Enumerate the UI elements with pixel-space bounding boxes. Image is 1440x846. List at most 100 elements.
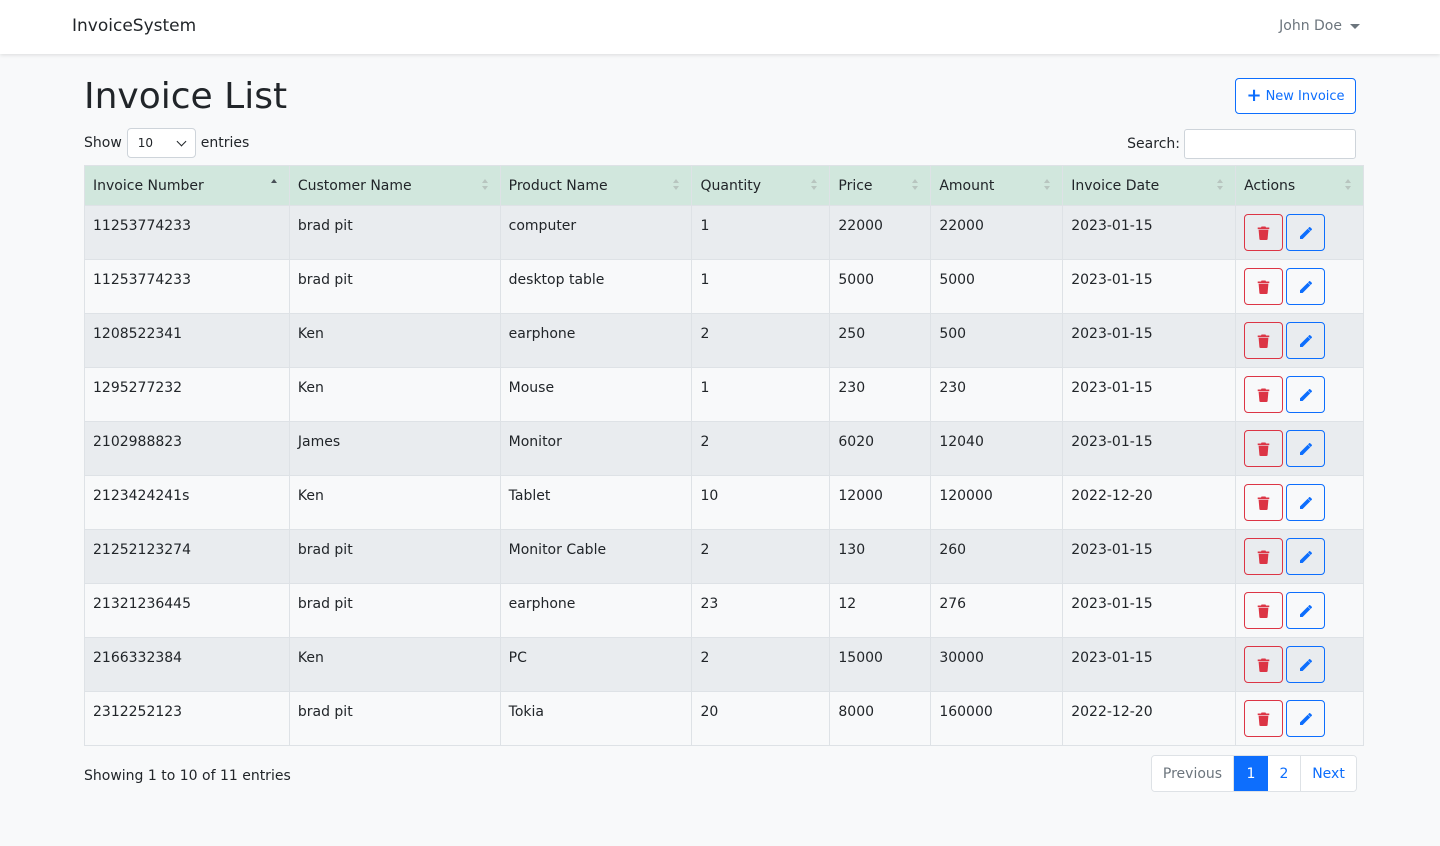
trash-icon [1257,712,1270,726]
table-cell: Tablet [499,475,693,530]
table-cell: 2022-12-20 [1062,475,1237,530]
pagination-page-1[interactable]: 1 [1234,756,1268,791]
plus-icon: + [1246,85,1262,106]
page-length-value: 10 [137,136,154,150]
table-cell: 2022-12-20 [1062,691,1237,746]
search-label: Search: [1127,136,1180,152]
edit-button[interactable] [1286,646,1326,683]
edit-button[interactable] [1286,484,1326,521]
table-cell: 5000 [930,259,1064,314]
actions-cell [1235,475,1364,530]
actions-cell [1235,205,1364,260]
pagination-next[interactable]: Next [1301,756,1356,791]
edit-button[interactable] [1286,700,1326,737]
table-cell: 130 [829,529,932,584]
edit-button[interactable] [1286,538,1326,575]
sort-arrows-icon [912,179,919,190]
delete-button[interactable] [1244,592,1284,629]
table-cell: 230 [930,367,1064,422]
delete-button[interactable] [1244,322,1284,359]
table-cell: 500 [930,313,1064,368]
column-header-label: Product Name [508,177,608,194]
table-cell: 2 [691,637,831,692]
brand-link[interactable]: InvoiceSystem [72,16,196,36]
search-input[interactable] [1184,129,1356,159]
delete-button[interactable] [1244,376,1284,413]
edit-button[interactable] [1286,376,1326,413]
table-row: 21252123274 brad pit Monitor Cable 2 130 260 2… [84,529,1364,584]
column-header-label: Invoice Number [93,177,204,194]
table-cell: Ken [288,475,501,530]
delete-button[interactable] [1244,646,1284,683]
table-cell: 2 [691,421,831,476]
column-header-actions[interactable]: Actions [1235,165,1364,206]
delete-button[interactable] [1244,538,1284,575]
edit-button[interactable] [1286,268,1326,305]
show-label: Show [84,135,122,151]
table-cell: 250 [829,313,932,368]
table-cell: 160000 [930,691,1064,746]
table-cell: 120000 [930,475,1064,530]
table-row: 11253774233 brad pit computer 1 22000 22000 20… [84,205,1364,260]
column-header-customer-name[interactable]: Customer Name [288,165,501,206]
user-name: John Doe [1279,18,1342,34]
page-title: Invoice List [84,76,288,117]
actions-cell [1235,313,1364,368]
pencil-icon [1299,226,1313,240]
invoice-table: Invoice Number Customer Name Product Name Q… [84,165,1364,746]
table-cell: 260 [930,529,1064,584]
pagination-page-2[interactable]: 2 [1268,756,1301,791]
edit-button[interactable] [1286,592,1326,629]
table-cell: 2 [691,313,831,368]
table-cell: 2312252123 [84,691,290,746]
new-invoice-button[interactable]: + New Invoice [1235,78,1356,114]
page-length-select[interactable]: 10 [126,128,196,158]
column-header-label: Quantity [700,177,761,194]
column-header-invoice-number[interactable]: Invoice Number [84,165,290,206]
delete-button[interactable] [1244,268,1284,305]
delete-button[interactable] [1244,214,1284,251]
table-cell: 2023-01-15 [1062,205,1237,260]
edit-button[interactable] [1286,214,1326,251]
column-header-invoice-date[interactable]: Invoice Date [1062,165,1237,206]
table-cell: Tokia [499,691,693,746]
actions-cell [1235,637,1364,692]
table-cell: earphone [499,313,693,368]
pencil-icon [1299,604,1313,618]
pagination: Previous 1 2 Next [1151,755,1357,792]
pencil-icon [1299,280,1313,294]
actions-cell [1235,367,1364,422]
sort-arrows-icon [811,179,818,190]
table-row: 1208522341 Ken earphone 2 250 500 2023-01-15 [84,313,1364,368]
edit-button[interactable] [1286,430,1326,467]
table-row: 21321236445 brad pit earphone 23 12 276 2023-0… [84,583,1364,638]
column-header-label: Price [838,177,873,194]
table-cell: 5000 [829,259,932,314]
table-cell: 6020 [829,421,932,476]
edit-button[interactable] [1286,322,1326,359]
user-dropdown[interactable]: John Doe [1279,18,1360,34]
column-header-quantity[interactable]: Quantity [691,165,831,206]
delete-button[interactable] [1244,484,1284,521]
table-cell: 276 [930,583,1064,638]
pagination-previous[interactable]: Previous [1152,756,1234,791]
delete-button[interactable] [1244,430,1284,467]
table-cell: 21321236445 [84,583,290,638]
trash-icon [1257,550,1270,564]
table-cell: 1208522341 [84,313,290,368]
table-cell: Mouse [499,367,693,422]
trash-icon [1257,388,1270,402]
column-header-price[interactable]: Price [829,165,932,206]
table-cell: 2166332384 [84,637,290,692]
column-header-amount[interactable]: Amount [930,165,1064,206]
top-navbar: InvoiceSystem John Doe [0,0,1440,54]
table-cell: 2023-01-15 [1062,529,1237,584]
chevron-down-icon [176,136,187,146]
table-cell: 1295277232 [84,367,290,422]
table-cell: brad pit [288,259,501,314]
column-header-product-name[interactable]: Product Name [499,165,693,206]
table-row: 2312252123 brad pit Tokia 20 8000 160000 2022-… [84,691,1364,746]
trash-icon [1257,442,1270,456]
delete-button[interactable] [1244,700,1284,737]
table-cell: 230 [829,367,932,422]
